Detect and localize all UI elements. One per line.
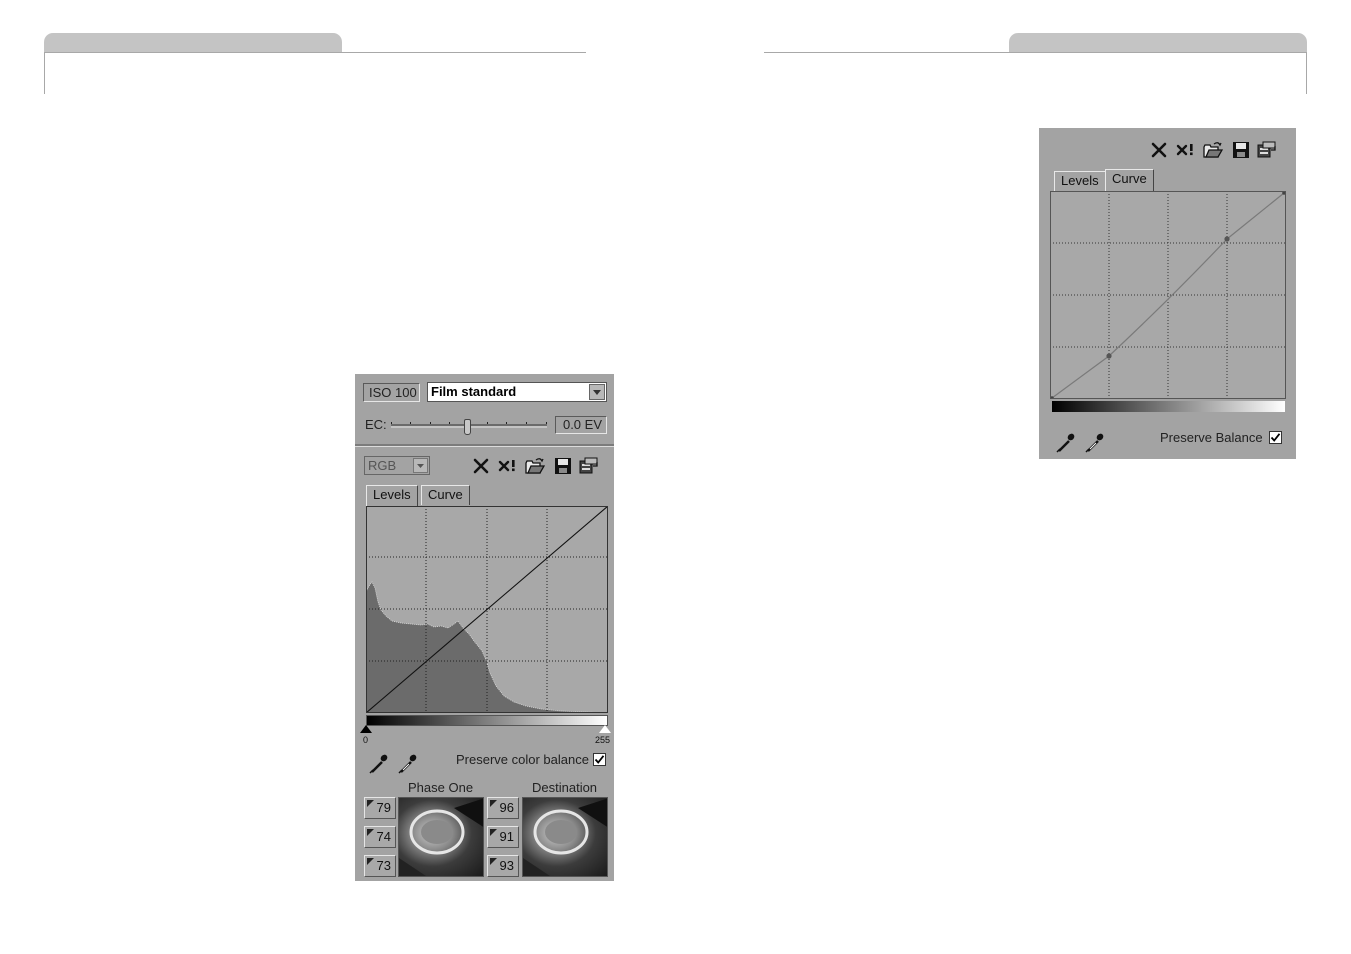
channel-select[interactable]: RGB [364, 456, 430, 475]
save-icon[interactable] [1231, 140, 1251, 160]
right-page-margin-line [1306, 52, 1307, 94]
destination-preview-image [522, 797, 608, 877]
preserve-color-balance-checkbox[interactable] [593, 753, 606, 766]
level-max-label: 255 [595, 735, 611, 745]
open-folder-icon[interactable] [525, 456, 545, 476]
reset-icon[interactable] [1150, 140, 1170, 160]
film-curve-value: Film standard [431, 384, 517, 399]
open-folder-icon[interactable] [1203, 140, 1223, 160]
film-curve-select[interactable]: Film standard [427, 382, 607, 402]
right-page-header-line [764, 52, 1307, 53]
save-icon[interactable] [553, 456, 573, 476]
copy-settings-icon[interactable] [1257, 140, 1277, 160]
ec-label: EC: [365, 417, 387, 432]
phase-one-value-g: 74 [364, 826, 396, 848]
tone-gradient-bar [366, 715, 608, 726]
phase-one-label: Phase One [408, 780, 474, 795]
tab-levels[interactable]: Levels [366, 485, 418, 508]
phase-one-value-r: 79 [364, 797, 396, 819]
destination-value-g: 91 [487, 826, 519, 848]
black-picker-icon[interactable] [1055, 431, 1077, 453]
left-page-margin-line [44, 52, 45, 94]
destination-label: Destination [532, 780, 598, 795]
channel-value: RGB [368, 458, 397, 473]
level-min-label: 0 [363, 735, 369, 745]
tone-gradient-bar [1052, 401, 1285, 412]
tab-levels-label: Levels [373, 487, 411, 502]
tab-curve-label: Curve [1112, 171, 1147, 186]
panel-divider [355, 444, 614, 447]
tab-curve[interactable]: Curve [1105, 169, 1154, 192]
tab-levels-label: Levels [1061, 173, 1099, 188]
tab-curve-label: Curve [428, 487, 463, 502]
phase-one-value-b: 73 [364, 855, 396, 877]
chevron-down-icon[interactable] [413, 458, 428, 473]
tab-curve[interactable]: Curve [421, 485, 470, 505]
destination-value-b: 93 [487, 855, 519, 877]
curve-point-highlight [1224, 236, 1230, 242]
preserve-balance-checkbox[interactable] [1269, 431, 1282, 444]
tab-levels[interactable]: Levels [1054, 171, 1106, 192]
levels-graph[interactable] [365, 505, 609, 714]
iso-label: ISO 100 [369, 385, 417, 400]
white-point-handle[interactable] [599, 725, 611, 733]
chevron-down-icon[interactable] [589, 384, 605, 400]
reset-icon[interactable] [472, 456, 492, 476]
white-picker-icon[interactable] [1084, 431, 1106, 453]
ec-slider-handle[interactable] [464, 419, 471, 435]
phase-one-preview-image [398, 797, 484, 877]
copy-settings-icon[interactable] [579, 456, 599, 476]
iso-box: ISO 100 [363, 383, 420, 402]
left-page-header-line [44, 52, 586, 53]
right-toolbar [1150, 140, 1284, 160]
right-page-header-tab [1009, 33, 1307, 53]
white-picker-icon[interactable] [397, 752, 419, 774]
reset-all-icon[interactable] [498, 456, 518, 476]
ec-value-box: 0.0 EV [555, 416, 607, 434]
preserve-balance-label: Preserve Balance [1160, 430, 1263, 445]
left-exposure-panel: ISO 100 Film standard EC: 0.0 EV RGB Lev… [355, 374, 614, 881]
preserve-color-balance-label: Preserve color balance [456, 752, 589, 767]
reset-all-icon[interactable] [1176, 140, 1196, 160]
destination-value-r: 96 [487, 797, 519, 819]
black-point-handle[interactable] [360, 725, 372, 733]
left-page-header-tab [44, 33, 342, 53]
black-picker-icon[interactable] [368, 752, 390, 774]
ec-value: 0.0 EV [562, 417, 602, 432]
left-toolbar [472, 456, 606, 476]
curve-graph[interactable] [1050, 191, 1286, 400]
curve-point-shadow [1106, 353, 1112, 359]
right-curve-panel: Levels Curve Preserve Balance [1039, 128, 1296, 459]
